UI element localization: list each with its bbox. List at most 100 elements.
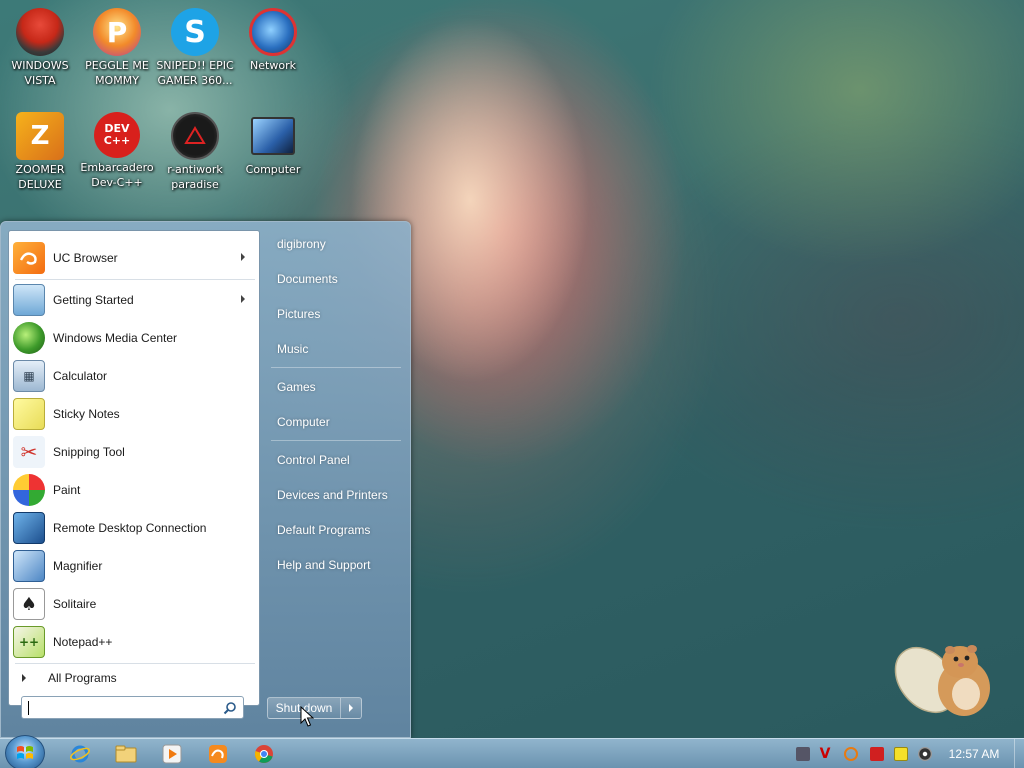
right-item-devices-printers[interactable]: Devices and Printers (277, 484, 388, 506)
desktop-icon-label: r-antiwork paradise (167, 163, 223, 191)
peggle-icon: P (93, 8, 141, 56)
computer-icon (251, 117, 295, 155)
windows-explorer-icon (115, 745, 137, 763)
program-label: Getting Started (53, 293, 134, 307)
taskbar-internet-explorer[interactable] (58, 742, 102, 766)
uc-browser-icon (13, 242, 45, 274)
right-item-help-support[interactable]: Help and Support (277, 554, 370, 576)
program-item-getting-started[interactable]: Getting Started (11, 282, 257, 318)
start-search-box[interactable] (21, 696, 244, 719)
desktop-icon-zoomer[interactable]: Z ZOOMER DELUXE (0, 112, 80, 192)
program-label: Solitaire (53, 597, 97, 611)
program-item-sticky-notes[interactable]: Sticky Notes (11, 396, 257, 432)
start-menu-programs-pane: UC Browser Getting Started Windows Media… (8, 230, 260, 706)
tray-app-icon[interactable] (796, 747, 810, 761)
taskbar-windows-explorer[interactable] (104, 742, 148, 766)
right-pane-separator (271, 367, 401, 368)
desktop-icon-label: Computer (245, 163, 301, 176)
taskbar-media-player[interactable] (150, 742, 194, 766)
devcpp-icon: DEV C++ (94, 112, 140, 158)
program-item-magnifier[interactable]: Magnifier (11, 548, 257, 584)
taskbar-chrome[interactable] (242, 742, 286, 766)
program-label: Sticky Notes (53, 407, 120, 421)
right-item-computer[interactable]: Computer (277, 411, 330, 433)
desktop-icon-windows-vista[interactable]: WINDOWS VISTA (0, 8, 80, 88)
antiwork-icon (171, 112, 219, 160)
internet-explorer-icon (70, 745, 90, 763)
desktop-icon-network[interactable]: Network (233, 8, 313, 73)
program-label: Magnifier (53, 559, 103, 573)
program-item-calculator[interactable]: ▦ Calculator (11, 358, 257, 394)
skype-icon: S (171, 8, 219, 56)
tray-search-icon[interactable] (844, 747, 858, 761)
remote-desktop-icon (13, 512, 45, 544)
program-item-uc-browser[interactable]: UC Browser (11, 240, 257, 276)
tray-note-icon[interactable] (894, 747, 908, 761)
all-programs-separator (15, 663, 255, 664)
right-item-control-panel[interactable]: Control Panel (277, 449, 350, 471)
zoomer-icon: Z (16, 112, 64, 160)
program-label: Calculator (53, 369, 108, 383)
network-icon (249, 8, 297, 56)
start-menu: UC Browser Getting Started Windows Media… (0, 221, 411, 738)
desktop-icon-label: Embarcadero Dev-C++ (80, 161, 154, 189)
all-programs-button[interactable]: All Programs (11, 666, 257, 690)
tray-v-icon[interactable]: V (818, 747, 832, 761)
solitaire-icon: ♠ (13, 588, 45, 620)
program-item-remote-desktop[interactable]: Remote Desktop Connection (11, 510, 257, 546)
desktop-icon-devcpp[interactable]: DEV C++ Embarcadero Dev-C++ (77, 112, 157, 190)
desktop-icon-label: SNIPED!! EPIC GAMER 360... (156, 59, 234, 87)
tray-flag-icon[interactable] (870, 747, 884, 761)
desktop-icon-label: WINDOWS VISTA (11, 59, 69, 87)
hamster-decoration (894, 645, 990, 716)
desktop-icon-sniped[interactable]: S SNIPED!! EPIC GAMER 360... (155, 8, 235, 88)
all-programs-arrow-icon (22, 674, 26, 682)
program-label: UC Browser (53, 251, 118, 265)
windows-logo-icon (17, 746, 33, 759)
desktop-icon-label: Network (250, 59, 296, 72)
right-item-games[interactable]: Games (277, 376, 316, 398)
sticky-notes-icon (13, 398, 45, 430)
desktop-icon-label: ZOOMER DELUXE (15, 163, 65, 191)
right-item-default-programs[interactable]: Default Programs (277, 519, 370, 541)
program-item-windows-media-center[interactable]: Windows Media Center (11, 320, 257, 356)
program-item-snipping-tool[interactable]: ✂ Snipping Tool (11, 434, 257, 470)
calculator-icon: ▦ (13, 360, 45, 392)
right-item-user-folder[interactable]: digibrony (277, 233, 326, 255)
desktop-icon-peggle[interactable]: P PEGGLE ME MOMMY (77, 8, 157, 88)
program-label: Paint (53, 483, 81, 497)
shutdown-options-arrow-icon[interactable] (340, 698, 361, 718)
desktop-icon-label: PEGGLE ME MOMMY (85, 59, 149, 87)
submenu-arrow-icon (241, 253, 245, 261)
desktop-icon-antiwork[interactable]: r-antiwork paradise (155, 112, 235, 192)
magnifier-icon (13, 550, 45, 582)
program-item-paint[interactable]: Paint (11, 472, 257, 508)
text-caret (28, 701, 29, 715)
pinned-separator (15, 279, 255, 280)
desktop-icon-computer[interactable]: Computer (233, 112, 313, 177)
search-icon[interactable] (223, 701, 237, 715)
getting-started-icon (13, 284, 45, 316)
shutdown-button-group: Shut down (267, 697, 362, 719)
taskbar-uc-browser[interactable] (196, 742, 240, 766)
right-item-music[interactable]: Music (277, 338, 308, 360)
right-item-pictures[interactable]: Pictures (277, 303, 320, 325)
right-pane-separator (271, 440, 401, 441)
start-button[interactable] (5, 735, 45, 768)
uc-browser-icon (209, 745, 227, 763)
taskbar-clock[interactable]: 12:57 AM (940, 739, 1008, 768)
program-label: Notepad++ (53, 635, 113, 649)
program-label: Remote Desktop Connection (53, 521, 207, 535)
right-item-documents[interactable]: Documents (277, 268, 338, 290)
start-search-input[interactable] (26, 699, 216, 716)
tray-volume-icon[interactable] (918, 747, 932, 761)
taskbar: V 12:57 AM (0, 735, 1024, 768)
program-item-solitaire[interactable]: ♠ Solitaire (11, 586, 257, 622)
show-desktop-button[interactable] (1014, 739, 1024, 768)
program-item-notepadpp[interactable]: ++ Notepad++ (11, 624, 257, 660)
all-programs-label: All Programs (48, 671, 117, 685)
submenu-arrow-icon (241, 295, 245, 303)
media-center-icon (13, 322, 45, 354)
mouse-cursor-icon (300, 706, 314, 727)
program-label: Snipping Tool (53, 445, 125, 459)
